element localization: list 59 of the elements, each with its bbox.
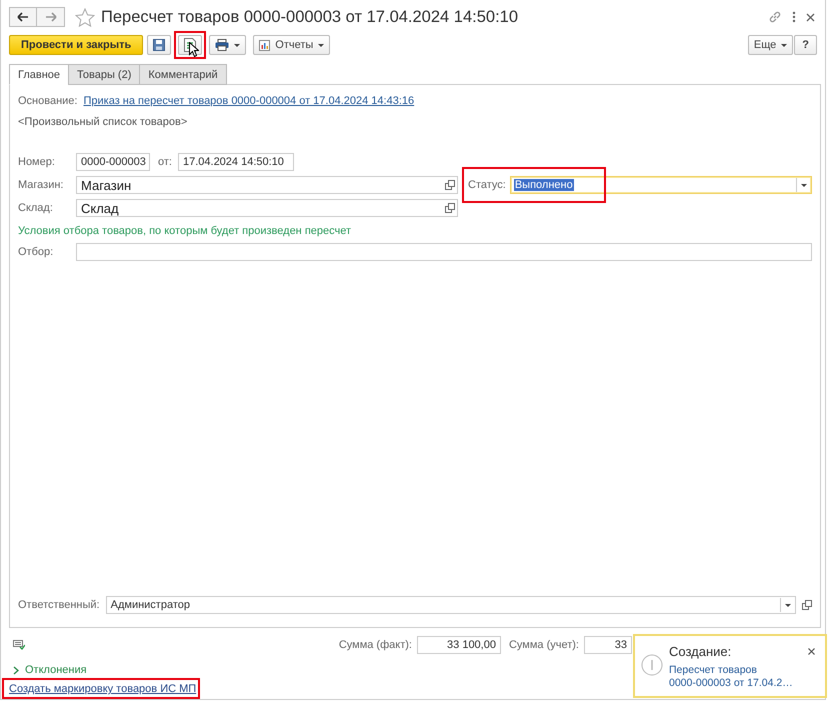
- reports-button[interactable]: Отчеты: [253, 35, 330, 55]
- list-icon[interactable]: [13, 640, 25, 650]
- field-label: Номер:: [18, 156, 56, 168]
- field-label: Отбор:: [18, 246, 54, 258]
- pointer-icon: [189, 42, 200, 57]
- status-field[interactable]: Выполнено: [510, 176, 812, 194]
- basis-link[interactable]: Приказ на пересчет товаров 0000-000004 от 17.04.2024 14:43:16: [83, 95, 414, 107]
- field-label: от:: [158, 156, 172, 168]
- back-button[interactable]: [9, 7, 37, 27]
- caret-icon: [234, 44, 240, 46]
- caret-icon: [781, 44, 788, 46]
- expander[interactable]: Отклонения: [1, 654, 87, 676]
- notification-title: Создание:: [669, 644, 732, 659]
- field-label: Магазин:: [18, 179, 64, 191]
- store-field[interactable]: Магазин: [76, 176, 458, 194]
- caret-icon: [801, 184, 807, 186]
- open-icon[interactable]: [802, 600, 812, 610]
- section-heading: Условия отбора товаров, по которым будет произведен пересчет: [18, 225, 352, 237]
- create-marking-link[interactable]: Создать маркировку товаров ИС МП: [9, 683, 196, 695]
- warehouse-field[interactable]: Склад: [76, 199, 458, 217]
- total-field: 33: [584, 636, 632, 654]
- create-based-button[interactable]: [178, 35, 202, 55]
- open-icon[interactable]: [445, 203, 455, 213]
- save-button[interactable]: [147, 35, 172, 55]
- more-button[interactable]: Еще: [748, 35, 794, 55]
- caret-icon: [785, 604, 791, 606]
- field-label: Сумма (факт):: [338, 638, 412, 650]
- post-and-close-button[interactable]: Провести и закрыть: [9, 35, 144, 55]
- save-icon: [153, 39, 166, 51]
- star-icon[interactable]: [75, 8, 95, 26]
- forward-arrow-icon: [44, 12, 56, 22]
- tab[interactable]: Комментарий: [139, 64, 227, 85]
- field-label: Ответственный:: [18, 599, 100, 611]
- link-icon[interactable]: [768, 10, 782, 24]
- date-field[interactable]: 17.04.2024 14:50:10: [178, 153, 294, 171]
- open-icon[interactable]: [445, 180, 455, 190]
- field-label: Статус:: [468, 179, 506, 191]
- list-note: <Произвольный список товаров>: [18, 116, 188, 128]
- more-icon[interactable]: [792, 11, 796, 23]
- window-title: Пересчет товаров 0000-000003 от 17.04.2024 14:50:10: [101, 8, 518, 26]
- back-arrow-icon: [17, 12, 29, 22]
- close-icon[interactable]: [806, 12, 815, 22]
- close-icon[interactable]: [808, 648, 815, 655]
- number-field[interactable]: 0000-000003: [76, 153, 150, 171]
- caret-icon: [318, 44, 324, 46]
- total-field: 33 100,00: [416, 636, 501, 654]
- help-button[interactable]: ?: [794, 35, 817, 55]
- printer-icon: [215, 39, 230, 51]
- filter-field[interactable]: [76, 243, 812, 261]
- field-label: Основание:: [18, 95, 78, 107]
- tab[interactable]: Товары (2): [68, 64, 140, 85]
- chart-icon: [259, 40, 270, 50]
- print-button[interactable]: [209, 35, 246, 55]
- responsible-field[interactable]: Администратор: [106, 596, 796, 614]
- info-icon: [641, 654, 663, 676]
- field-label: Склад:: [18, 202, 54, 214]
- tab[interactable]: Главное: [9, 64, 70, 85]
- field-label: Сумма (учет):: [508, 638, 579, 650]
- notification-link[interactable]: Пересчет товаров 0000-000003 от 17.04.2…: [669, 664, 803, 690]
